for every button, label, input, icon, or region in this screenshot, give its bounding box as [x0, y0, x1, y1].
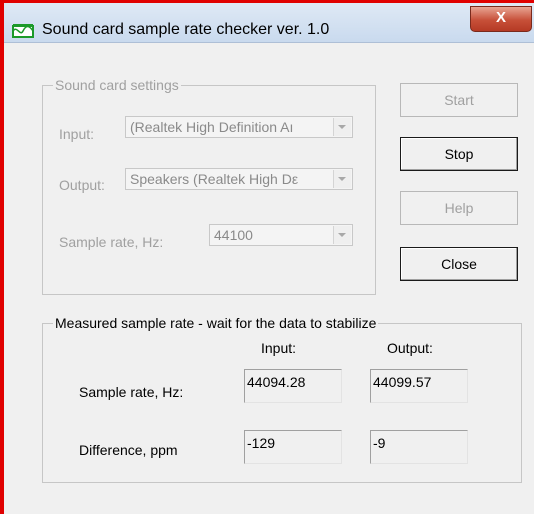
stop-button[interactable]: Stop: [400, 137, 518, 171]
col-output-header: Output:: [387, 340, 433, 356]
output-device-value: Speakers (Realtek High Dε: [130, 171, 299, 187]
sound-card-settings-group: Sound card settings Input: (Realtek High…: [42, 77, 376, 295]
output-label: Output:: [59, 177, 105, 193]
close-button[interactable]: Close: [400, 247, 518, 281]
measured-output-rate-field[interactable]: 44099.57: [370, 369, 468, 403]
chevron-down-icon: [333, 226, 351, 244]
measured-input-rate-field[interactable]: 44094.28: [244, 369, 342, 403]
col-input-header: Input:: [261, 340, 297, 356]
window-title: Sound card sample rate checker ver. 1.0: [42, 21, 330, 38]
window-client-area: Sound card settings Input: (Realtek High…: [4, 43, 534, 493]
highlight-border-left: [0, 0, 4, 514]
input-device-value: (Realtek High Definition Aı: [130, 119, 294, 135]
chevron-down-icon: [333, 170, 351, 188]
app-icon: [12, 23, 34, 44]
output-device-select[interactable]: Speakers (Realtek High Dε: [125, 168, 353, 190]
app-window: Sound card sample rate checker ver. 1.0 …: [0, 0, 534, 514]
sample-rate-select[interactable]: 44100: [209, 224, 353, 246]
measured-sample-rate-group: Measured sample rate - wait for the data…: [42, 315, 522, 483]
input-device-select[interactable]: (Realtek High Definition Aı: [125, 116, 353, 138]
window-close-button[interactable]: X: [470, 6, 532, 32]
difference-row-label: Difference, ppm: [79, 442, 178, 458]
close-icon: X: [495, 9, 506, 26]
sound-card-settings-title: Sound card settings: [53, 77, 181, 93]
sample-rate-value: 44100: [214, 227, 253, 243]
measured-sample-rate-title: Measured sample rate - wait for the data…: [53, 315, 379, 331]
sample-rate-row-label: Sample rate, Hz:: [79, 384, 184, 400]
title-bar[interactable]: Sound card sample rate checker ver. 1.0 …: [4, 3, 534, 43]
highlight-border-top: [0, 0, 534, 3]
chevron-down-icon: [333, 118, 351, 136]
sample-rate-label: Sample rate, Hz:: [59, 234, 164, 250]
output-difference-field[interactable]: -9: [370, 430, 468, 464]
help-button[interactable]: Help: [400, 191, 518, 225]
input-difference-field[interactable]: -129: [244, 430, 342, 464]
input-label: Input:: [59, 126, 95, 142]
start-button[interactable]: Start: [400, 83, 518, 117]
